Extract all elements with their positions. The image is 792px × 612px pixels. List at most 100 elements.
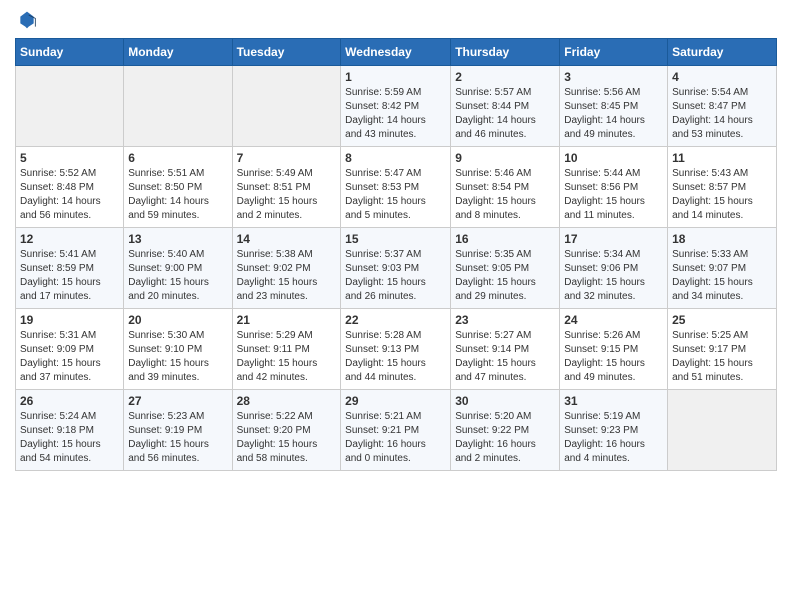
day-info: Sunrise: 5:33 AM Sunset: 9:07 PM Dayligh…: [672, 248, 772, 304]
day-info: Sunrise: 5:22 AM Sunset: 9:20 PM Dayligh…: [237, 410, 337, 466]
day-info: Sunrise: 5:38 AM Sunset: 9:02 PM Dayligh…: [237, 248, 337, 304]
day-info: Sunrise: 5:34 AM Sunset: 9:06 PM Dayligh…: [564, 248, 663, 304]
day-info: Sunrise: 5:54 AM Sunset: 8:47 PM Dayligh…: [672, 86, 772, 142]
calendar-cell: 15 Sunrise: 5:37 AM Sunset: 9:03 PM Dayli…: [341, 228, 451, 309]
calendar-week-1: 1 Sunrise: 5:59 AM Sunset: 8:42 PM Daylig…: [16, 66, 777, 147]
day-number: 21: [237, 313, 337, 327]
day-info: Sunrise: 5:26 AM Sunset: 9:15 PM Dayligh…: [564, 329, 663, 385]
day-number: 16: [455, 232, 555, 246]
calendar-cell: 20 Sunrise: 5:30 AM Sunset: 9:10 PM Dayli…: [124, 309, 232, 390]
day-number: 1: [345, 70, 446, 84]
day-number: 20: [128, 313, 227, 327]
day-number: 3: [564, 70, 663, 84]
calendar-cell: 17 Sunrise: 5:34 AM Sunset: 9:06 PM Dayli…: [560, 228, 668, 309]
day-info: Sunrise: 5:27 AM Sunset: 9:14 PM Dayligh…: [455, 329, 555, 385]
calendar-cell: [16, 66, 124, 147]
calendar-cell: 12 Sunrise: 5:41 AM Sunset: 8:59 PM Dayli…: [16, 228, 124, 309]
day-number: 18: [672, 232, 772, 246]
weekday-header-sunday: Sunday: [16, 39, 124, 66]
day-number: 27: [128, 394, 227, 408]
day-number: 13: [128, 232, 227, 246]
calendar-cell: [232, 66, 341, 147]
calendar-cell: 31Sunrise: 5:19 AM Sunset: 9:23 PM Dayli…: [560, 390, 668, 471]
day-info: Sunrise: 5:43 AM Sunset: 8:57 PM Dayligh…: [672, 167, 772, 223]
calendar-cell: 10 Sunrise: 5:44 AM Sunset: 8:56 PM Dayli…: [560, 147, 668, 228]
day-info: Sunrise: 5:41 AM Sunset: 8:59 PM Dayligh…: [20, 248, 119, 304]
day-info: Sunrise: 5:30 AM Sunset: 9:10 PM Dayligh…: [128, 329, 227, 385]
calendar-cell: 3Sunrise: 5:56 AM Sunset: 8:45 PM Daylig…: [560, 66, 668, 147]
day-number: 11: [672, 151, 772, 165]
calendar-table: SundayMondayTuesdayWednesdayThursdayFrid…: [15, 38, 777, 471]
calendar-cell: 24 Sunrise: 5:26 AM Sunset: 9:15 PM Dayli…: [560, 309, 668, 390]
day-number: 6: [128, 151, 227, 165]
weekday-header-row: SundayMondayTuesdayWednesdayThursdayFrid…: [16, 39, 777, 66]
logo-icon: [17, 10, 37, 30]
day-info: Sunrise: 5:21 AM Sunset: 9:21 PM Dayligh…: [345, 410, 446, 466]
day-number: 15: [345, 232, 446, 246]
calendar-week-5: 26 Sunrise: 5:24 AM Sunset: 9:18 PM Dayli…: [16, 390, 777, 471]
weekday-header-monday: Monday: [124, 39, 232, 66]
calendar-cell: [124, 66, 232, 147]
calendar-week-3: 12 Sunrise: 5:41 AM Sunset: 8:59 PM Dayli…: [16, 228, 777, 309]
day-info: Sunrise: 5:29 AM Sunset: 9:11 PM Dayligh…: [237, 329, 337, 385]
day-info: Sunrise: 5:24 AM Sunset: 9:18 PM Dayligh…: [20, 410, 119, 466]
calendar-cell: 23 Sunrise: 5:27 AM Sunset: 9:14 PM Dayli…: [451, 309, 560, 390]
calendar-cell: 21 Sunrise: 5:29 AM Sunset: 9:11 PM Dayli…: [232, 309, 341, 390]
calendar-week-4: 19 Sunrise: 5:31 AM Sunset: 9:09 PM Dayli…: [16, 309, 777, 390]
day-number: 2: [455, 70, 555, 84]
day-info: Sunrise: 5:37 AM Sunset: 9:03 PM Dayligh…: [345, 248, 446, 304]
day-info: Sunrise: 5:40 AM Sunset: 9:00 PM Dayligh…: [128, 248, 227, 304]
day-number: 24: [564, 313, 663, 327]
calendar-cell: 28 Sunrise: 5:22 AM Sunset: 9:20 PM Dayli…: [232, 390, 341, 471]
weekday-header-saturday: Saturday: [668, 39, 777, 66]
day-number: 17: [564, 232, 663, 246]
calendar-cell: 4 Sunrise: 5:54 AM Sunset: 8:47 PM Daylig…: [668, 66, 777, 147]
calendar-cell: 22 Sunrise: 5:28 AM Sunset: 9:13 PM Dayli…: [341, 309, 451, 390]
calendar-cell: 16 Sunrise: 5:35 AM Sunset: 9:05 PM Dayli…: [451, 228, 560, 309]
day-info: Sunrise: 5:47 AM Sunset: 8:53 PM Dayligh…: [345, 167, 446, 223]
calendar-week-2: 5 Sunrise: 5:52 AM Sunset: 8:48 PM Daylig…: [16, 147, 777, 228]
day-info: Sunrise: 5:44 AM Sunset: 8:56 PM Dayligh…: [564, 167, 663, 223]
weekday-header-friday: Friday: [560, 39, 668, 66]
day-number: 4: [672, 70, 772, 84]
day-info: Sunrise: 5:59 AM Sunset: 8:42 PM Dayligh…: [345, 86, 446, 142]
calendar-cell: 29 Sunrise: 5:21 AM Sunset: 9:21 PM Dayli…: [341, 390, 451, 471]
day-info: Sunrise: 5:51 AM Sunset: 8:50 PM Dayligh…: [128, 167, 227, 223]
calendar-cell: 5 Sunrise: 5:52 AM Sunset: 8:48 PM Daylig…: [16, 147, 124, 228]
calendar-cell: 14Sunrise: 5:38 AM Sunset: 9:02 PM Dayli…: [232, 228, 341, 309]
day-number: 30: [455, 394, 555, 408]
day-number: 12: [20, 232, 119, 246]
day-info: Sunrise: 5:25 AM Sunset: 9:17 PM Dayligh…: [672, 329, 772, 385]
day-info: Sunrise: 5:52 AM Sunset: 8:48 PM Dayligh…: [20, 167, 119, 223]
day-info: Sunrise: 5:28 AM Sunset: 9:13 PM Dayligh…: [345, 329, 446, 385]
calendar-cell: 7Sunrise: 5:49 AM Sunset: 8:51 PM Daylig…: [232, 147, 341, 228]
day-number: 26: [20, 394, 119, 408]
weekday-header-wednesday: Wednesday: [341, 39, 451, 66]
calendar-cell: 30Sunrise: 5:20 AM Sunset: 9:22 PM Dayli…: [451, 390, 560, 471]
day-number: 10: [564, 151, 663, 165]
day-number: 29: [345, 394, 446, 408]
calendar-cell: 2Sunrise: 5:57 AM Sunset: 8:44 PM Daylig…: [451, 66, 560, 147]
day-info: Sunrise: 5:31 AM Sunset: 9:09 PM Dayligh…: [20, 329, 119, 385]
day-info: Sunrise: 5:23 AM Sunset: 9:19 PM Dayligh…: [128, 410, 227, 466]
day-number: 9: [455, 151, 555, 165]
page-header: [15, 10, 777, 30]
day-info: Sunrise: 5:35 AM Sunset: 9:05 PM Dayligh…: [455, 248, 555, 304]
calendar-cell: 26 Sunrise: 5:24 AM Sunset: 9:18 PM Dayli…: [16, 390, 124, 471]
day-number: 5: [20, 151, 119, 165]
calendar-cell: 1 Sunrise: 5:59 AM Sunset: 8:42 PM Daylig…: [341, 66, 451, 147]
calendar-cell: 11 Sunrise: 5:43 AM Sunset: 8:57 PM Dayli…: [668, 147, 777, 228]
day-number: 28: [237, 394, 337, 408]
day-number: 19: [20, 313, 119, 327]
page-container: SundayMondayTuesdayWednesdayThursdayFrid…: [0, 0, 792, 481]
day-info: Sunrise: 5:46 AM Sunset: 8:54 PM Dayligh…: [455, 167, 555, 223]
day-number: 31: [564, 394, 663, 408]
day-info: Sunrise: 5:49 AM Sunset: 8:51 PM Dayligh…: [237, 167, 337, 223]
calendar-cell: 27 Sunrise: 5:23 AM Sunset: 9:19 PM Dayli…: [124, 390, 232, 471]
day-number: 22: [345, 313, 446, 327]
weekday-header-tuesday: Tuesday: [232, 39, 341, 66]
day-number: 23: [455, 313, 555, 327]
calendar-cell: [668, 390, 777, 471]
calendar-cell: 18 Sunrise: 5:33 AM Sunset: 9:07 PM Dayli…: [668, 228, 777, 309]
weekday-header-thursday: Thursday: [451, 39, 560, 66]
